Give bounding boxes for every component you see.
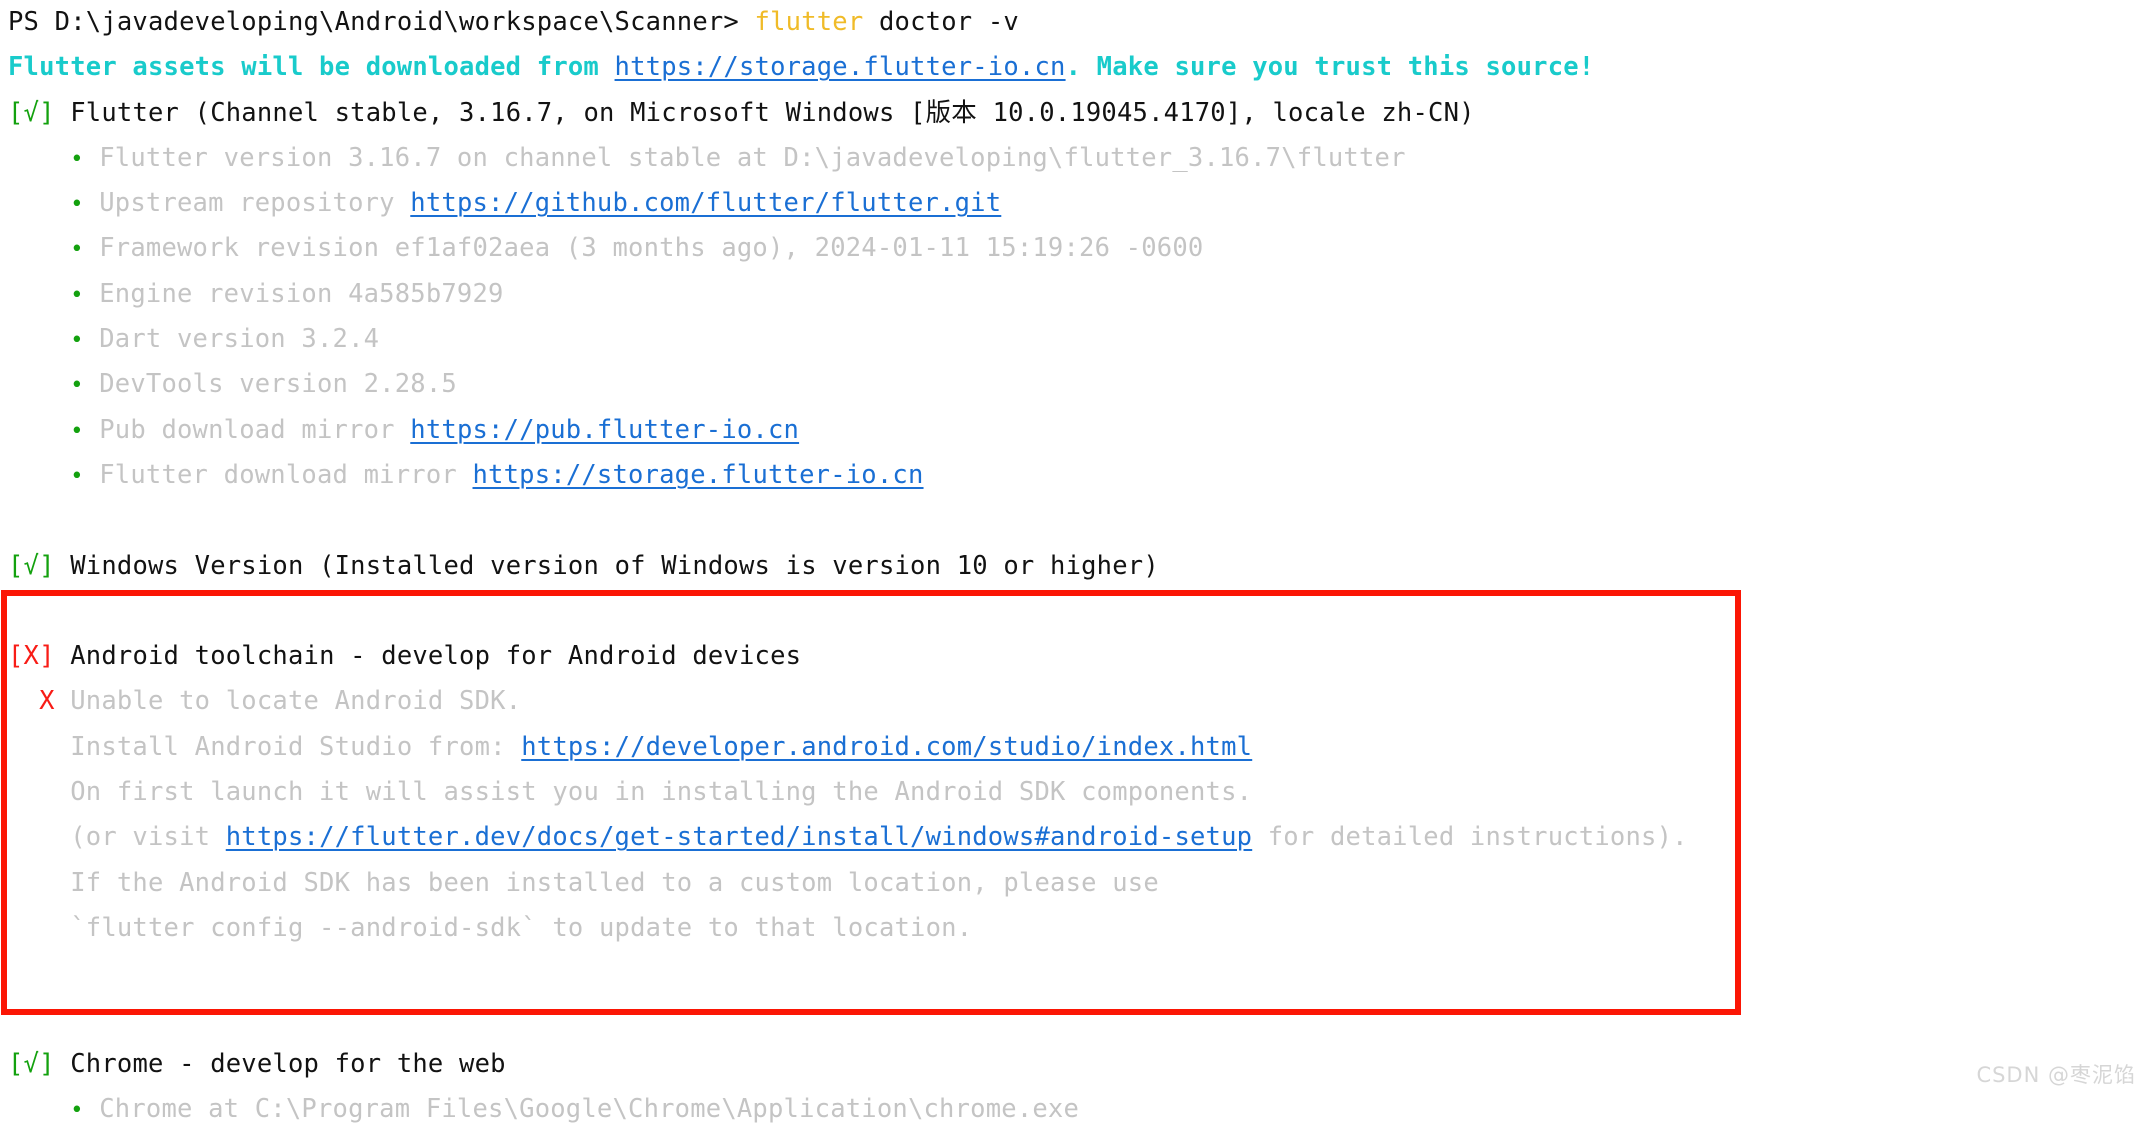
list-item-label: Dart version 3.2.4: [99, 324, 380, 355]
detail-line: Install Android Studio from: https://dev…: [0, 725, 2152, 770]
assets-notice-prefix: Flutter assets will be downloaded from: [8, 52, 615, 83]
detail-text: `flutter config --android-sdk` to update…: [70, 912, 973, 943]
bullet-icon: •: [70, 1098, 84, 1124]
watermark: CSDN @枣泥馅: [1976, 1062, 2136, 1087]
section-header-flutter: [√] Flutter (Channel stable, 3.16.7, on …: [0, 91, 2152, 136]
prompt-shell: PS: [8, 7, 40, 37]
bullet-icon: •: [70, 146, 84, 172]
list-item-label: Upstream repository: [99, 188, 411, 219]
list-item: • Upstream repository https://github.com…: [0, 181, 2152, 226]
list-item-label: Engine revision 4a585b7929: [99, 278, 504, 309]
list-item: • Framework revision ef1af02aea (3 month…: [0, 226, 2152, 271]
bullet-icon: •: [70, 192, 84, 218]
status-badge-ok: [√]: [8, 1048, 55, 1079]
command-args: doctor -v: [878, 7, 1019, 37]
section-header-chrome: [√] Chrome - develop for the web: [0, 1042, 2152, 1087]
detail-line: On first launch it will assist you in in…: [0, 770, 2152, 815]
bullet-icon: •: [70, 463, 84, 489]
status-badge-ok: [√]: [8, 550, 55, 581]
command-name: flutter: [754, 7, 864, 37]
detail-text: Install Android Studio from:: [70, 731, 522, 762]
list-item-label: Chrome at C:\Program Files\Google\Chrome…: [99, 1094, 1080, 1125]
list-item: • Flutter download mirror https://storag…: [0, 453, 2152, 498]
section-title: Flutter (Channel stable, 3.16.7, on Micr…: [70, 97, 1475, 128]
terminal-window[interactable]: PS D:\javadeveloping\Android\workspace\S…: [0, 0, 2152, 1124]
list-item: • Flutter version 3.16.7 on channel stab…: [0, 136, 2152, 181]
detail-line: (or visit https://flutter.dev/docs/get-s…: [0, 815, 2152, 860]
assets-notice-line: Flutter assets will be downloaded from h…: [0, 45, 2152, 90]
detail-line: If the Android SDK has been installed to…: [0, 861, 2152, 906]
detail-line: `flutter config --android-sdk` to update…: [0, 906, 2152, 951]
android-studio-link[interactable]: https://developer.android.com/studio/ind…: [521, 732, 1252, 762]
detail-text-after: for detailed instructions).: [1252, 822, 1688, 853]
error-x-icon: X: [39, 686, 55, 717]
section-title: Android toolchain - develop for Android …: [70, 641, 802, 672]
list-item: • Chrome at C:\Program Files\Google\Chro…: [0, 1087, 2152, 1132]
android-setup-docs-link[interactable]: https://flutter.dev/docs/get-started/ins…: [226, 822, 1252, 852]
pub-mirror-link[interactable]: https://pub.flutter-io.cn: [410, 415, 799, 445]
prompt-path: D:\javadeveloping\Android\workspace\Scan…: [54, 7, 739, 37]
detail-text: On first launch it will assist you in in…: [70, 777, 1253, 808]
section-title: Chrome - develop for the web: [70, 1048, 506, 1079]
list-item-label: DevTools version 2.28.5: [99, 369, 457, 400]
section-header-android-toolchain: [X] Android toolchain - develop for Andr…: [0, 634, 2152, 679]
detail-text: (or visit: [70, 822, 226, 853]
list-item: • Engine revision 4a585b7929: [0, 272, 2152, 317]
status-badge-ok: [√]: [8, 97, 55, 128]
list-item: • Pub download mirror https://pub.flutte…: [0, 408, 2152, 453]
list-item: • DevTools version 2.28.5: [0, 362, 2152, 407]
bullet-icon: •: [70, 373, 84, 399]
list-item-label: Framework revision ef1af02aea (3 months …: [99, 233, 1204, 264]
error-line: X Unable to locate Android SDK.: [0, 679, 2152, 724]
bullet-icon: •: [70, 328, 84, 354]
status-badge-error: [X]: [8, 641, 55, 672]
list-item-label: Pub download mirror: [99, 414, 411, 445]
section-title: Windows Version (Installed version of Wi…: [70, 550, 1159, 581]
flutter-mirror-link[interactable]: https://storage.flutter-io.cn: [473, 460, 924, 490]
section-header-windows-version: [√] Windows Version (Installed version o…: [0, 544, 2152, 589]
bullet-icon: •: [70, 282, 84, 308]
prompt-line: PS D:\javadeveloping\Android\workspace\S…: [0, 0, 2152, 45]
bullet-icon: •: [70, 418, 84, 444]
detail-text: If the Android SDK has been installed to…: [70, 867, 1159, 898]
list-item-label: Flutter download mirror: [99, 459, 473, 490]
upstream-repository-link[interactable]: https://github.com/flutter/flutter.git: [410, 188, 1001, 218]
list-item: • Dart version 3.2.4: [0, 317, 2152, 362]
list-item-label: Flutter version 3.16.7 on channel stable…: [99, 142, 1406, 173]
storage-mirror-link[interactable]: https://storage.flutter-io.cn: [615, 52, 1066, 82]
bullet-icon: •: [70, 237, 84, 263]
error-message: Unable to locate Android SDK.: [70, 686, 522, 717]
assets-notice-suffix: . Make sure you trust this source!: [1065, 52, 1595, 83]
